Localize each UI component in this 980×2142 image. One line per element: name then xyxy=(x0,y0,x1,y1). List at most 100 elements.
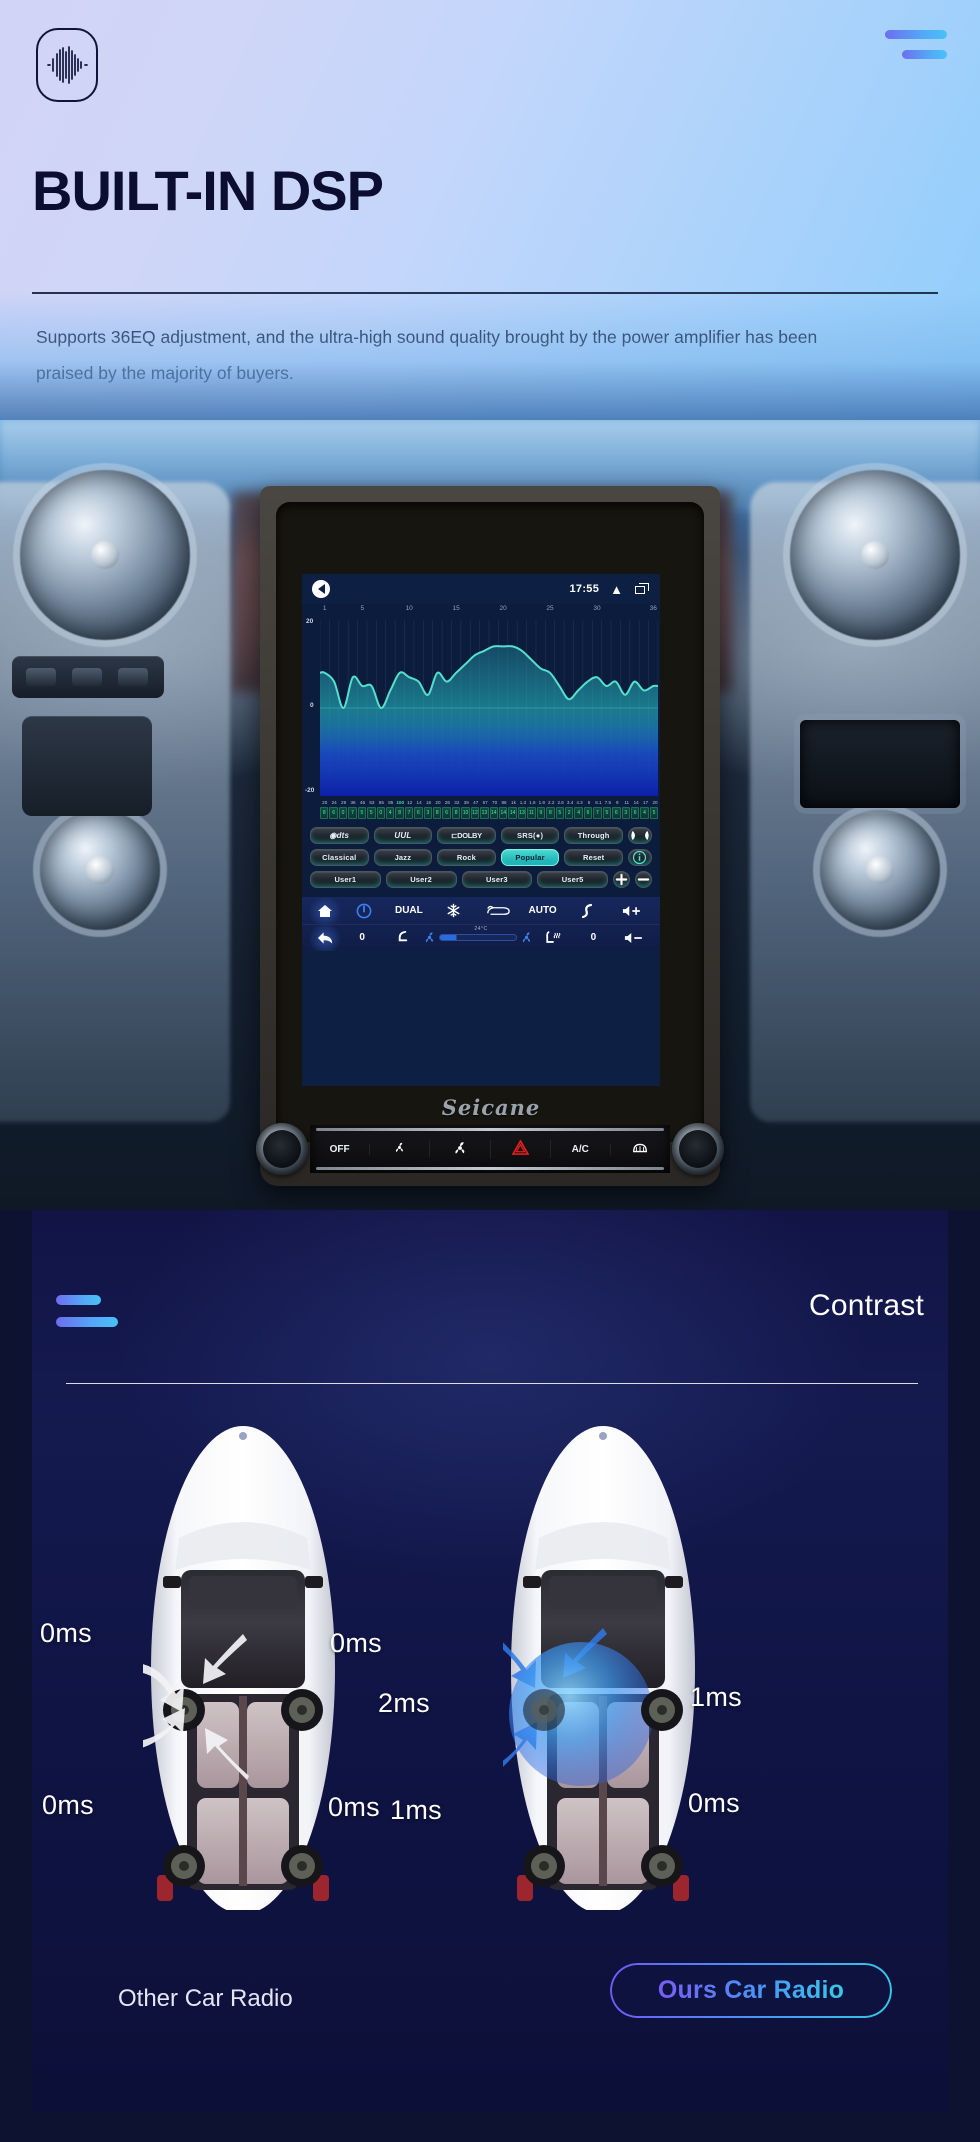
equalizer-band-value[interactable]: 6 xyxy=(414,807,423,819)
equalizer-band-value[interactable]: 9 xyxy=(536,807,546,819)
preset-button-user5[interactable]: User5 xyxy=(537,871,608,888)
equalizer-band-value[interactable]: 8 xyxy=(546,807,555,819)
preset-button-[interactable] xyxy=(613,871,630,888)
equalizer-band-value[interactable]: 8 xyxy=(320,807,329,819)
equalizer-band-value[interactable]: 5 xyxy=(602,807,612,819)
equalizer-band-value[interactable]: 13 xyxy=(517,807,527,819)
hardware-button-hazard-warning-icon[interactable] xyxy=(491,1139,551,1158)
preset-button-srs[interactable]: SRS(●) xyxy=(500,827,560,844)
hardware-button-off[interactable]: OFF xyxy=(310,1143,371,1155)
equalizer-band-value[interactable]: 7 xyxy=(593,807,602,819)
preset-row-effects[interactable]: ◉dts UUL ⊏DOLBY SRS(●) Through xyxy=(310,827,652,844)
hardware-climate-panel[interactable]: OFF A/C xyxy=(310,1125,670,1173)
preset-button-dts[interactable]: ◉dts xyxy=(310,827,369,844)
equalizer-band-value[interactable]: 5 xyxy=(649,807,659,819)
equalizer-band-value[interactable]: 14 xyxy=(499,807,508,819)
preset-button-balance-speaker-icon[interactable] xyxy=(627,827,652,844)
equalizer-band-value[interactable]: 5 xyxy=(357,807,367,819)
equalizer-band-value[interactable]: 3 xyxy=(423,807,433,819)
hamburger-menu-icon[interactable] xyxy=(56,1295,118,1329)
preset-row-users[interactable]: User1 User2 User3 User5 xyxy=(310,871,652,888)
volume-up-icon[interactable] xyxy=(609,904,654,918)
ours-car-radio-badge[interactable]: Ours Car Radio xyxy=(610,1963,892,2018)
equalizer-band-value[interactable]: 6 xyxy=(329,807,338,819)
power-icon[interactable] xyxy=(342,903,387,919)
equalizer-band-value[interactable]: 0 xyxy=(376,807,385,819)
head-unit-display[interactable]: 17:55 ▲ 1 5 10 15 20 25 30 36 20 0 -20 20 24 2 xyxy=(302,574,660,1086)
preset-button-popular[interactable]: Popular xyxy=(500,849,560,866)
preset-button-user1[interactable]: User1 xyxy=(310,871,381,888)
equalizer-band-value[interactable]: 8 xyxy=(451,807,461,819)
fan-speed-slider[interactable] xyxy=(423,931,533,944)
preset-button-jazz[interactable]: Jazz xyxy=(373,849,433,866)
hardware-button-fan-high-icon[interactable] xyxy=(430,1139,491,1159)
preset-row-genres[interactable]: Classical Jazz Rock Popular Reset xyxy=(310,849,652,866)
fan-icon[interactable] xyxy=(520,931,533,944)
equalizer-band-value[interactable]: 3 xyxy=(621,807,630,819)
fan-slider-track[interactable] xyxy=(438,934,517,941)
car-top-view-illustration xyxy=(503,1426,695,1910)
climate-control-bar[interactable]: DUAL AUTO 24°C 0 0 xyxy=(302,897,660,951)
equalizer-band-value[interactable]: 14 xyxy=(508,807,517,819)
equalizer-band-value[interactable]: 5 xyxy=(555,807,564,819)
equalizer-band-value[interactable]: 6 xyxy=(442,807,451,819)
seat-airflow-icon[interactable] xyxy=(382,930,422,945)
chevron-up-icon[interactable]: ▲ xyxy=(610,583,623,596)
back-arrow-icon[interactable] xyxy=(312,580,330,598)
preset-button-[interactable] xyxy=(635,871,652,888)
hamburger-menu-icon[interactable] xyxy=(885,28,947,62)
equalizer-band-value[interactable]: 11 xyxy=(527,807,536,819)
equalizer-band-value[interactable]: 10 xyxy=(461,807,470,819)
equalizer-band-value[interactable]: 6 xyxy=(583,807,593,819)
equalizer-band-value[interactable]: 13 xyxy=(480,807,489,819)
equalizer-x-tick: 25 xyxy=(546,605,554,612)
seat-heat-icon[interactable] xyxy=(533,930,573,945)
recent-apps-icon[interactable] xyxy=(635,583,650,595)
hardware-button-fan-low-icon[interactable] xyxy=(370,1141,431,1157)
snowflake-icon[interactable] xyxy=(431,903,476,918)
preset-button-label: User2 xyxy=(410,875,433,884)
preset-button-classical[interactable]: Classical xyxy=(310,849,369,866)
air-recirculation-icon[interactable] xyxy=(476,904,521,917)
equalizer-band-value[interactable]: 12 xyxy=(470,807,480,819)
hardware-button-rear-defroster-icon[interactable] xyxy=(611,1141,670,1158)
equalizer-band-value[interactable]: 8 xyxy=(395,807,404,819)
hero-section: BUILT-IN DSP Supports 36EQ adjustment, a… xyxy=(0,0,980,420)
preset-button-reset[interactable]: Reset xyxy=(564,849,623,866)
equalizer-band-value[interactable]: 0 xyxy=(338,807,348,819)
auto-label[interactable]: AUTO xyxy=(520,905,565,916)
preset-button-info-icon[interactable] xyxy=(627,849,652,866)
equalizer-band-value[interactable]: 7 xyxy=(404,807,414,819)
right-temperature-value[interactable]: 0 xyxy=(573,932,613,943)
preset-button-dolby[interactable]: ⊏DOLBY xyxy=(437,827,496,844)
preset-button-uul[interactable]: UUL xyxy=(373,827,433,844)
equalizer-band-value[interactable]: 6 xyxy=(612,807,621,819)
home-icon[interactable] xyxy=(308,897,342,924)
equalizer-band-value[interactable]: 7 xyxy=(348,807,357,819)
equalizer-value-row[interactable]: 8 6 0 7 5 5 0 4 8 7 6 3 8 6 8 10 12 13 14 14 14 13 11 9 8 5 2 4 6 7 5 6… xyxy=(320,807,660,819)
tune-knob-right[interactable] xyxy=(672,1123,724,1175)
equalizer-band-value[interactable]: 4 xyxy=(385,807,395,819)
left-temperature-value[interactable]: 0 xyxy=(342,932,382,943)
equalizer-band-value[interactable]: 14 xyxy=(489,807,499,819)
volume-knob-left[interactable] xyxy=(256,1123,308,1175)
preset-button-rock[interactable]: Rock xyxy=(437,849,496,866)
preset-button-through[interactable]: Through xyxy=(564,827,623,844)
volume-down-icon[interactable] xyxy=(614,931,654,945)
preset-button-user2[interactable]: User2 xyxy=(385,871,457,888)
fan-icon[interactable] xyxy=(423,931,436,944)
equalizer-band-value[interactable]: 2 xyxy=(564,807,574,819)
climate-row-primary[interactable]: DUAL AUTO 24°C xyxy=(302,897,660,932)
sound-preset-panel[interactable]: ◉dts UUL ⊏DOLBY SRS(●) Through Classical Jazz… xyxy=(302,822,660,897)
dual-label[interactable]: DUAL xyxy=(387,905,432,916)
equalizer-band-value[interactable]: 5 xyxy=(367,807,376,819)
preset-button-user3[interactable]: User3 xyxy=(461,871,533,888)
equalizer-band-value[interactable]: 4 xyxy=(574,807,583,819)
hardware-button-a-c[interactable]: A/C xyxy=(551,1143,611,1155)
equalizer-band-value[interactable]: 6 xyxy=(630,807,640,819)
equalizer-band-value[interactable]: 4 xyxy=(640,807,649,819)
equalizer-graph[interactable]: 1 5 10 15 20 25 30 36 20 0 -20 xyxy=(302,604,660,796)
equalizer-band-value[interactable]: 8 xyxy=(433,807,442,819)
airflow-up-icon[interactable] xyxy=(565,903,610,919)
equalizer-frequency-label: 36 xyxy=(350,800,356,805)
